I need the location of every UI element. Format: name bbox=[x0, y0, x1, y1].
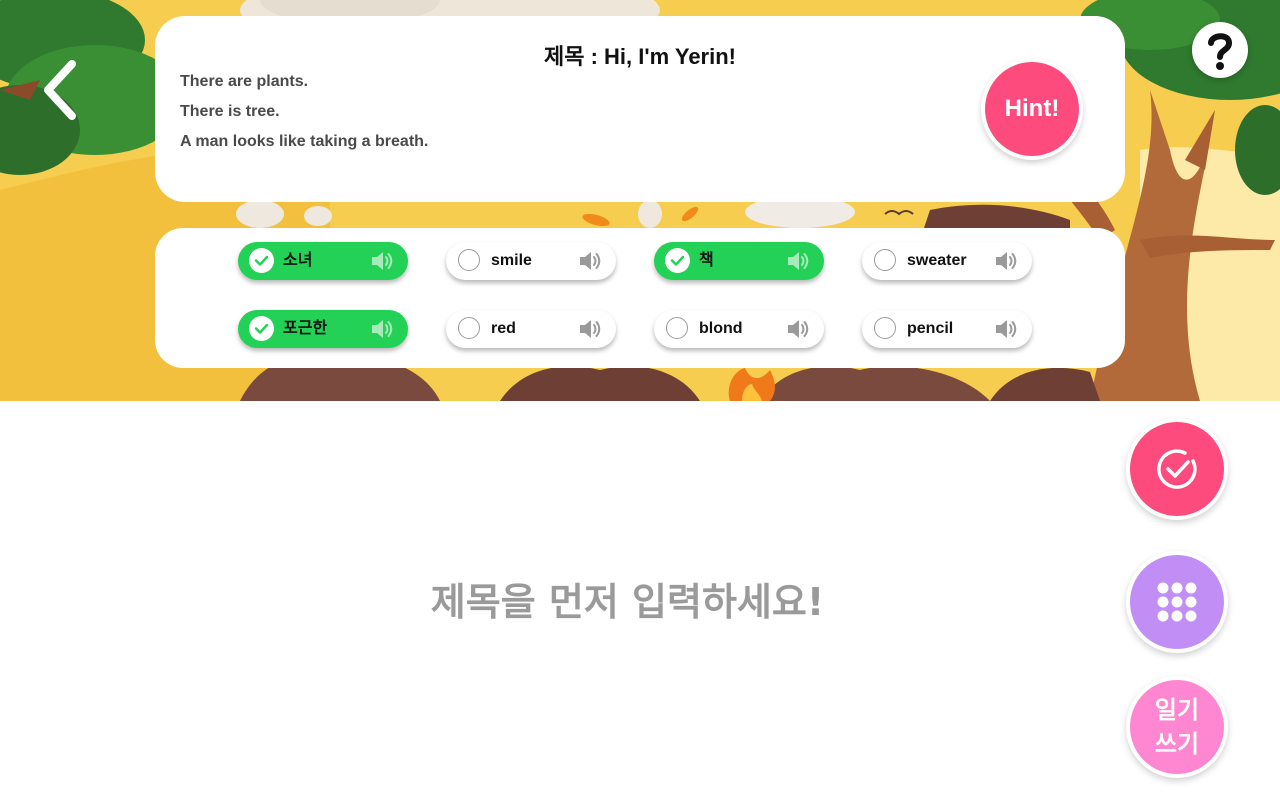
sentence-item: A man looks like taking a breath. bbox=[180, 133, 429, 150]
sentence-item: There are plants. bbox=[180, 73, 309, 90]
word-chip[interactable]: sweater bbox=[862, 242, 1032, 280]
speaker-icon[interactable] bbox=[994, 250, 1018, 272]
checkbox-icon bbox=[666, 317, 688, 339]
diary-button-face: 일기 쓰기 bbox=[1130, 680, 1224, 774]
speaker-icon[interactable] bbox=[994, 318, 1018, 340]
back-button[interactable] bbox=[36, 58, 86, 122]
word-chip[interactable]: blond bbox=[654, 310, 824, 348]
word-label: 책 bbox=[699, 252, 714, 269]
speaker-icon[interactable] bbox=[786, 250, 810, 272]
speaker-icon[interactable] bbox=[786, 318, 810, 340]
word-label: 포근한 bbox=[283, 320, 328, 337]
word-label: pencil bbox=[907, 320, 954, 337]
word-chip[interactable]: pencil bbox=[862, 310, 1032, 348]
speaker-icon[interactable] bbox=[370, 318, 394, 340]
word-label: blond bbox=[699, 320, 743, 337]
check-icon bbox=[249, 248, 274, 273]
grid-button-face bbox=[1130, 555, 1224, 649]
speaker-icon[interactable] bbox=[578, 250, 602, 272]
title-card: 제목 : Hi, I'm Yerin! There are plants. Th… bbox=[155, 16, 1125, 202]
question-mark-icon bbox=[1208, 33, 1233, 70]
word-chip[interactable]: 책 bbox=[654, 242, 824, 280]
sentence-list: There are plants. There is tree. A man l… bbox=[180, 72, 428, 162]
word-chip[interactable]: 포근한 bbox=[238, 310, 408, 348]
speaker-icon[interactable] bbox=[578, 318, 602, 340]
help-button[interactable] bbox=[1192, 22, 1248, 78]
diary-title: 제목 : Hi, I'm Yerin! bbox=[543, 44, 736, 69]
check-icon bbox=[665, 248, 690, 273]
checkbox-icon bbox=[874, 317, 896, 339]
diary-label-line2: 쓰기 bbox=[1154, 730, 1200, 758]
checkbox-icon bbox=[458, 317, 480, 339]
word-label: sweater bbox=[907, 252, 967, 269]
word-label: red bbox=[491, 320, 516, 337]
word-grid: 소녀 smile 책 sweater 포근한 red blond pencil bbox=[238, 242, 1032, 348]
checkbox-icon bbox=[458, 249, 480, 271]
check-button-face bbox=[1130, 422, 1224, 516]
check-button[interactable] bbox=[1126, 418, 1228, 520]
check-circle-icon bbox=[1157, 449, 1197, 489]
sentence-item: There is tree. bbox=[180, 103, 280, 120]
word-label: smile bbox=[491, 252, 532, 269]
speaker-icon[interactable] bbox=[370, 250, 394, 272]
checkbox-icon bbox=[874, 249, 896, 271]
hint-label: Hint! bbox=[985, 62, 1079, 156]
hint-button[interactable]: Hint! bbox=[981, 58, 1083, 160]
word-chip[interactable]: red bbox=[446, 310, 616, 348]
check-icon bbox=[249, 316, 274, 341]
word-chip[interactable]: 소녀 bbox=[238, 242, 408, 280]
word-label: 소녀 bbox=[283, 252, 313, 269]
grid-dots-icon bbox=[1157, 582, 1197, 622]
keyboard-grid-button[interactable] bbox=[1126, 551, 1228, 653]
chevron-left-icon bbox=[44, 60, 76, 120]
diary-label-line1: 일기 bbox=[1154, 696, 1200, 724]
word-choice-card: 소녀 smile 책 sweater 포근한 red blond pencil bbox=[155, 228, 1125, 368]
write-diary-button[interactable]: 일기 쓰기 bbox=[1126, 676, 1228, 778]
word-chip[interactable]: smile bbox=[446, 242, 616, 280]
title-required-message: 제목을 먼저 입력하세요! bbox=[430, 580, 825, 624]
